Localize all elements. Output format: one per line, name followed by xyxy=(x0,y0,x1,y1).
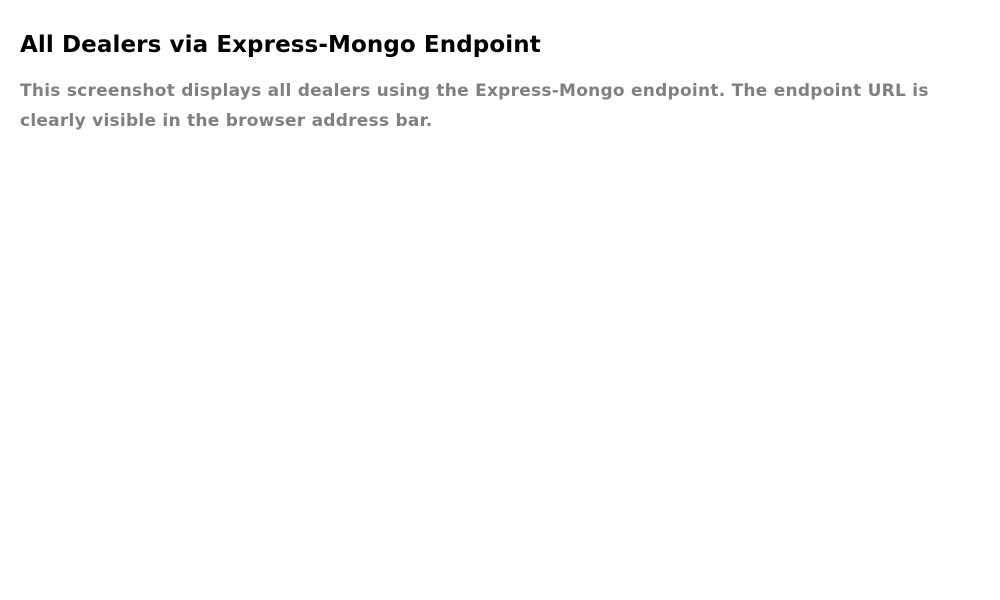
page-description: This screenshot displays all dealers usi… xyxy=(20,81,929,131)
page: All Dealers via Express-Mongo Endpoint T… xyxy=(0,0,1000,600)
page-title: All Dealers via Express-Mongo Endpoint xyxy=(20,32,541,58)
